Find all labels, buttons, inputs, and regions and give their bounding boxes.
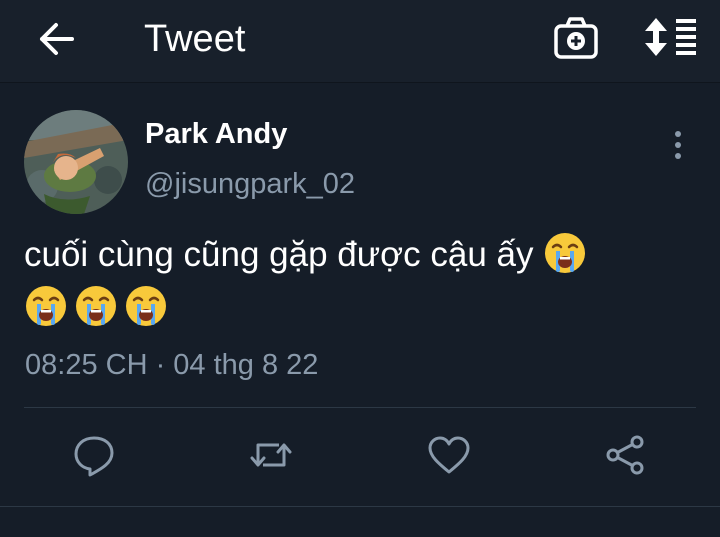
more-options-button[interactable] bbox=[664, 128, 692, 162]
share-icon bbox=[606, 435, 644, 475]
page-title: Tweet bbox=[144, 18, 246, 60]
author-name[interactable]: Park Andy bbox=[145, 116, 287, 152]
retweet-button[interactable] bbox=[246, 430, 296, 480]
more-dot-icon bbox=[675, 131, 681, 137]
divider bbox=[24, 407, 696, 408]
heart-icon bbox=[428, 436, 470, 474]
author-handle[interactable]: @jisungpark_02 bbox=[145, 166, 355, 202]
share-button[interactable] bbox=[601, 430, 651, 480]
more-dot-icon bbox=[675, 153, 681, 159]
reply-icon bbox=[74, 436, 114, 477]
more-dot-icon bbox=[675, 142, 681, 148]
loudly-crying-face-icon bbox=[543, 231, 587, 275]
top-bar: Tweet bbox=[0, 0, 720, 83]
loudly-crying-face-icon bbox=[24, 284, 68, 328]
retweet-icon bbox=[250, 443, 292, 467]
tweet-actions bbox=[0, 430, 720, 486]
reply-button[interactable] bbox=[69, 430, 119, 480]
camera-add-icon bbox=[554, 17, 598, 59]
tweet-text: cuối cùng cũng gặp được cậu ấy bbox=[24, 228, 674, 334]
arrow-left-icon bbox=[40, 23, 74, 55]
loudly-crying-face-icon bbox=[124, 284, 168, 328]
avatar-image bbox=[24, 110, 128, 214]
divider bbox=[0, 506, 720, 507]
sort-list-icon bbox=[645, 18, 696, 56]
sort-button[interactable] bbox=[644, 15, 698, 61]
tweet-timestamp[interactable]: 08:25 CH · 04 thg 8 22 bbox=[25, 345, 318, 385]
like-button[interactable] bbox=[424, 430, 474, 480]
avatar[interactable] bbox=[24, 110, 128, 214]
back-button[interactable] bbox=[34, 19, 78, 59]
camera-button[interactable] bbox=[553, 15, 599, 61]
tweet-text-line: cuối cùng cũng gặp được cậu ấy bbox=[24, 235, 534, 274]
loudly-crying-face-icon bbox=[74, 284, 118, 328]
